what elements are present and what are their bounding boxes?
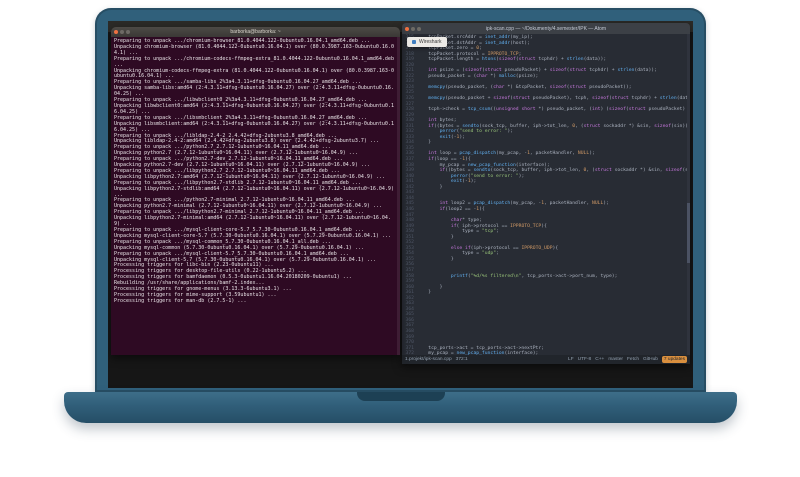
atom-titlebar[interactable]: ipk-scan.cpp — ~/Dokumenty/4.semester/IP…	[402, 23, 690, 34]
terminal-title: barborka@barborka: ~	[230, 29, 281, 35]
status-item[interactable]: 1.projekt/ipk-scan.cpp	[405, 357, 452, 362]
page: ⇅ (34%) ◄ Pi o 8 11 16:39:29 barborka@ba…	[0, 0, 800, 477]
atom-title: ipk-scan.cpp — ~/Dokumenty/4.semester/IP…	[485, 25, 607, 32]
code-editor: 3153163173183193203213223233243253263273…	[402, 34, 690, 355]
terminal-line: Unpacking libwbclient0:amd64 (2:4.3.11+d…	[114, 102, 394, 115]
status-item[interactable]: UTF-8	[578, 357, 592, 362]
close-icon[interactable]	[405, 26, 409, 31]
line-numbers: 3153163173183193203213223233243253263273…	[402, 34, 417, 355]
editor-popup[interactable]: Wireshark	[407, 37, 447, 47]
terminal-titlebar[interactable]: barborka@barborka: ~	[111, 27, 400, 37]
status-item[interactable]: LF	[568, 357, 574, 362]
status-right: LF UTF-8 C++ master Fetch GitHub 7 updates	[568, 356, 687, 363]
laptop-base	[64, 392, 737, 423]
status-item[interactable]: GitHub	[643, 357, 658, 362]
terminal-window: barborka@barborka: ~ Preparing to unpack…	[111, 27, 400, 355]
status-item[interactable]: 372:1	[456, 357, 468, 362]
popup-label: Wireshark	[419, 39, 442, 45]
laptop-screen: ⇅ (34%) ◄ Pi o 8 11 16:39:29 barborka@ba…	[108, 21, 693, 388]
code-area[interactable]: tcpPacket.srcAddr = inet_addr(my_ip); tc…	[417, 34, 690, 355]
maximize-icon[interactable]	[126, 30, 130, 34]
code-line: tcph->check = tcp_csum((unsigned short *…	[417, 107, 690, 113]
laptop-lid: ⇅ (34%) ◄ Pi o 8 11 16:39:29 barborka@ba…	[95, 8, 706, 392]
editor-scrollbar[interactable]	[687, 34, 690, 355]
terminal-line: Unpacking libsmbclient:amd64 (2:4.3.11+d…	[114, 120, 394, 133]
terminal-line: Processing triggers for man-db (2.7.5-1)…	[114, 297, 247, 304]
terminal-output[interactable]: Preparing to unpack .../chromium-browser…	[111, 37, 400, 355]
editor-scrollbar-thumb[interactable]	[687, 203, 690, 263]
minimize-icon[interactable]	[411, 26, 415, 31]
status-item[interactable]: C++	[595, 357, 604, 362]
code-line: int psize = (sizeof(struct pseudoPacket)…	[428, 68, 657, 74]
laptop-notch	[356, 392, 445, 401]
updates-badge[interactable]: 7 updates	[661, 356, 687, 363]
maximize-icon[interactable]	[417, 26, 421, 31]
minimize-icon[interactable]	[120, 30, 124, 34]
terminal-line: Unpacking chromium-browser (81.0.4044.12…	[114, 43, 394, 56]
status-item[interactable]: Fetch	[627, 357, 639, 362]
terminal-scrollbar[interactable]	[397, 37, 400, 355]
code-line: memcpy(pseudo_packet + sizeof(struct pse…	[428, 96, 690, 102]
atom-window: ipk-scan.cpp — ~/Dokumenty/4.semester/IP…	[402, 23, 690, 364]
close-icon[interactable]	[114, 30, 118, 34]
status-item[interactable]: master	[608, 357, 623, 362]
status-bar: 1.projekt/ipk-scan.cpp 372:1 LF UTF-8 C++ ma…	[402, 355, 690, 364]
terminal-line: Preparing to unpack .../chromium-codecs-…	[114, 55, 397, 68]
app-icon	[412, 40, 416, 44]
status-left: 1.projekt/ipk-scan.cpp 372:1	[405, 357, 468, 362]
